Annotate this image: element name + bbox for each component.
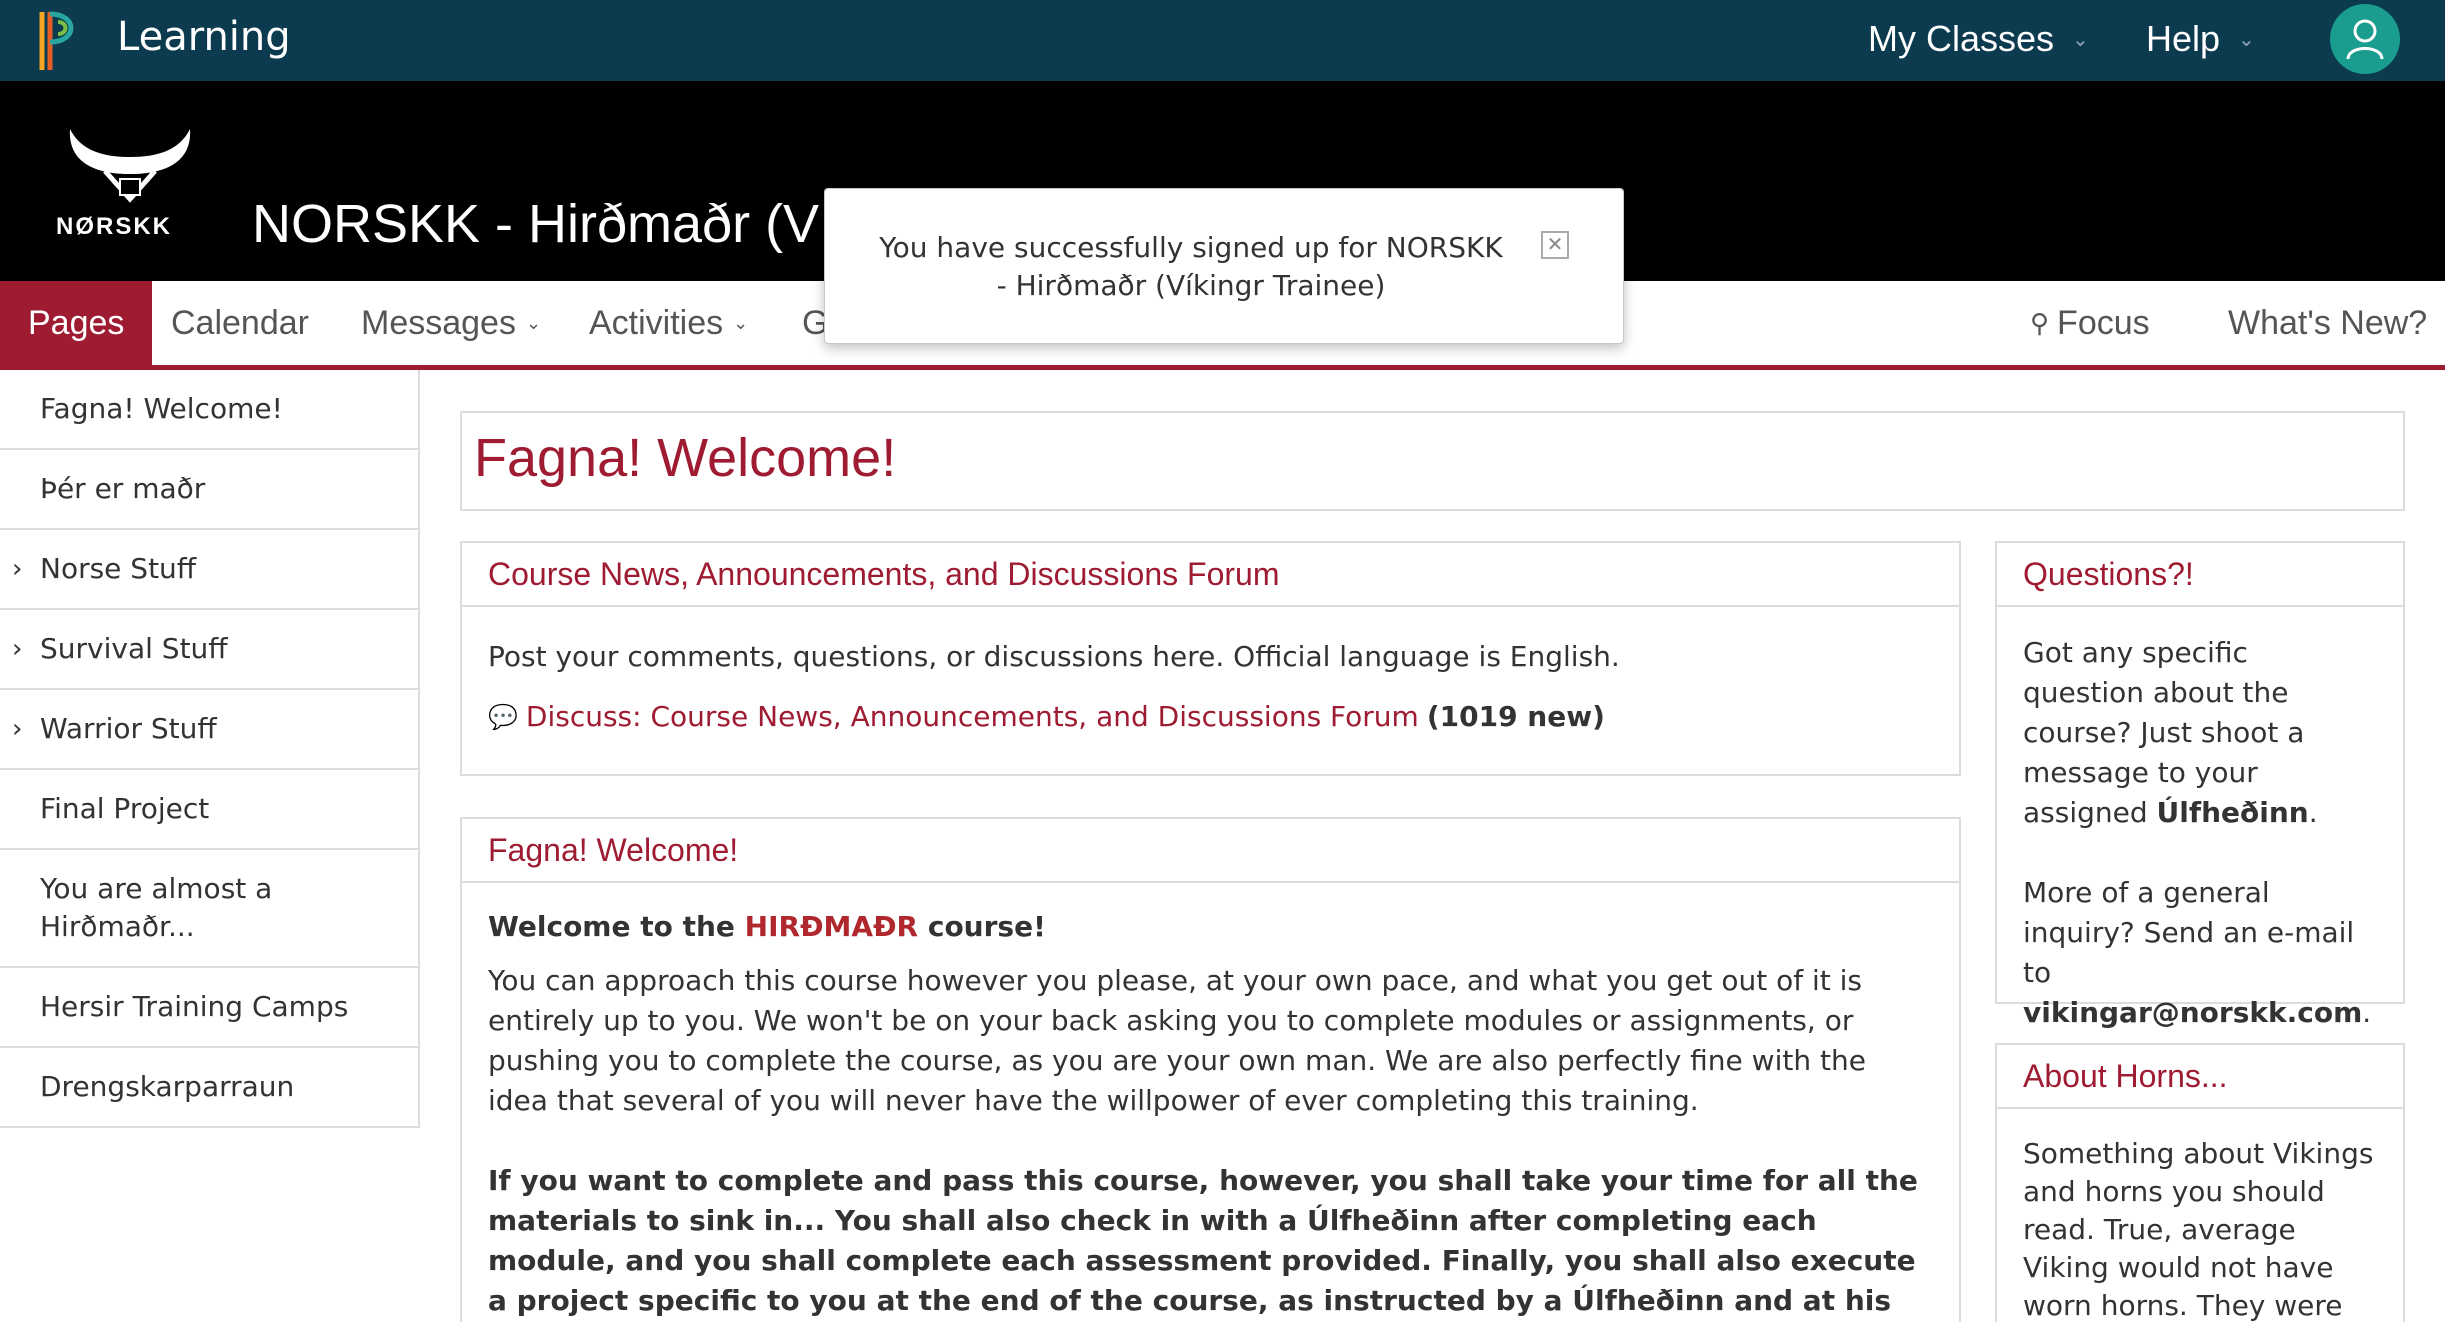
sidebar-item-drengskarparraun[interactable]: Drengskarparraun xyxy=(0,1048,420,1128)
my-classes-menu[interactable]: My Classes ⌄ xyxy=(1868,18,2089,60)
questions-p2-end: . xyxy=(2362,996,2372,1029)
powerschool-logo-icon[interactable] xyxy=(38,8,88,74)
my-classes-label: My Classes xyxy=(1868,18,2055,59)
questions-panel-title: Questions?! xyxy=(1997,543,2403,607)
tab-focus[interactable]: ⚲ Focus xyxy=(2030,281,2150,365)
speech-bubble-icon: 💬 xyxy=(488,703,518,731)
discussion-link-row: 💬 Discuss: Course News, Announcements, a… xyxy=(488,697,1933,737)
welcome-paragraph-1: You can approach this course however you… xyxy=(488,964,1866,1117)
news-description: Post your comments, questions, or discus… xyxy=(488,640,1620,673)
sidebar-item-norse-stuff[interactable]: › Norse Stuff xyxy=(0,530,420,610)
sidebar-item-ther-er-madr[interactable]: Þér er maðr xyxy=(0,450,420,530)
pages-sidebar: Fagna! Welcome! Þér er maðr › Norse Stuf… xyxy=(0,370,420,1128)
sidebar-item-label: Norse Stuff xyxy=(40,552,197,585)
sidebar-item-label: Warrior Stuff xyxy=(40,712,217,745)
sidebar-item-label: Drengskarparraun xyxy=(40,1070,295,1103)
tab-calendar[interactable]: Calendar xyxy=(171,281,309,365)
horns-panel: About Horns... Something about Vikings a… xyxy=(1995,1043,2405,1322)
chevron-down-icon: ⌄ xyxy=(733,312,749,333)
welcome-intro-highlight: HIRÐMAÐR xyxy=(744,910,919,943)
sidebar-item-label: Final Project xyxy=(40,792,210,825)
questions-p1-bold: Úlfheðinn xyxy=(2156,796,2309,829)
tab-pages-label: Pages xyxy=(28,303,125,342)
welcome-intro: Welcome to the HIRÐMAÐR course! xyxy=(488,907,1933,947)
tab-calendar-label: Calendar xyxy=(171,303,309,342)
sidebar-item-survival-stuff[interactable]: › Survival Stuff xyxy=(0,610,420,690)
help-label: Help xyxy=(2146,18,2221,59)
chevron-down-icon: ⌄ xyxy=(525,312,542,333)
chevron-down-icon: ⌄ xyxy=(2072,28,2089,51)
tab-activities[interactable]: Activities ⌄ xyxy=(589,281,748,365)
brand-name: Learning xyxy=(117,14,291,60)
course-title: NORSKK - Hirðmaðr (V xyxy=(252,194,820,254)
questions-p1-end: . xyxy=(2308,796,2318,829)
chevron-right-icon[interactable]: › xyxy=(12,550,22,588)
tab-messages[interactable]: Messages ⌄ xyxy=(361,281,541,365)
page-title: Fagna! Welcome! xyxy=(474,428,897,488)
tab-messages-label: Messages xyxy=(361,303,516,342)
close-icon[interactable]: ✕ xyxy=(1541,231,1569,259)
welcome-paragraph-2: If you want to complete and pass this co… xyxy=(488,1164,1918,1317)
welcome-intro-pre: Welcome to the xyxy=(488,910,745,943)
welcome-panel: Fagna! Welcome! Welcome to the HIRÐMAÐR … xyxy=(460,817,1961,1322)
horns-text: Something about Vikings and horns you sh… xyxy=(2023,1137,2374,1322)
sidebar-item-label: Þér er maðr xyxy=(40,472,206,505)
signup-notification: You have successfully signed up for NORS… xyxy=(824,188,1624,344)
discussion-link[interactable]: Discuss: Course News, Announcements, and… xyxy=(526,697,1419,737)
top-bar: Learning My Classes ⌄ Help ⌄ xyxy=(0,0,2445,81)
chevron-down-icon: ⌄ xyxy=(2238,28,2255,51)
tab-focus-label: Focus xyxy=(2057,303,2150,342)
chevron-right-icon[interactable]: › xyxy=(12,710,22,748)
help-menu[interactable]: Help ⌄ xyxy=(2146,18,2255,60)
email-link[interactable]: vikingar@norskk.com xyxy=(2023,996,2362,1029)
user-avatar[interactable] xyxy=(2330,4,2400,74)
sidebar-item-label: Fagna! Welcome! xyxy=(40,392,283,425)
tab-whats-new[interactable]: What's New? xyxy=(2228,281,2427,365)
sidebar-item-hersir-camps[interactable]: Hersir Training Camps xyxy=(0,968,420,1048)
questions-panel: Questions?! Got any specific question ab… xyxy=(1995,541,2405,1029)
tab-pages[interactable]: Pages xyxy=(0,281,153,365)
sidebar-item-label: You are almost a Hirðmaðr... xyxy=(40,872,273,943)
questions-paragraph-1: Got any specific question about the cour… xyxy=(2023,633,2377,833)
horns-panel-title: About Horns... xyxy=(1997,1045,2403,1109)
tab-whats-new-label: What's New? xyxy=(2228,303,2428,342)
notification-message: You have successfully signed up for NORS… xyxy=(879,231,1503,302)
sidebar-item-warrior-stuff[interactable]: › Warrior Stuff xyxy=(0,690,420,770)
sidebar-item-label: Hersir Training Camps xyxy=(40,990,349,1023)
new-count-badge: (1019 new) xyxy=(1426,700,1605,733)
questions-p2-text: More of a general inquiry? Send an e-mai… xyxy=(2023,876,2355,989)
tab-activities-label: Activities xyxy=(589,303,724,342)
sidebar-item-final-project[interactable]: Final Project xyxy=(0,770,420,850)
welcome-intro-post: course! xyxy=(918,910,1046,943)
user-icon xyxy=(2346,19,2384,60)
page-title-box: Fagna! Welcome! xyxy=(460,411,2405,511)
news-panel-title: Course News, Announcements, and Discussi… xyxy=(462,543,1959,607)
sidebar-item-label: Survival Stuff xyxy=(40,632,228,665)
sidebar-item-almost-hirdmadr[interactable]: You are almost a Hirðmaðr... xyxy=(0,850,420,968)
norskk-logo-text: NØRSKK xyxy=(56,213,173,240)
questions-paragraph-2: More of a general inquiry? Send an e-mai… xyxy=(2023,873,2377,1033)
sidebar-item-welcome[interactable]: Fagna! Welcome! xyxy=(0,370,420,450)
welcome-panel-title: Fagna! Welcome! xyxy=(462,819,1959,883)
search-icon: ⚲ xyxy=(2030,307,2050,338)
chevron-right-icon[interactable]: › xyxy=(12,630,22,668)
news-panel: Course News, Announcements, and Discussi… xyxy=(460,541,1961,776)
